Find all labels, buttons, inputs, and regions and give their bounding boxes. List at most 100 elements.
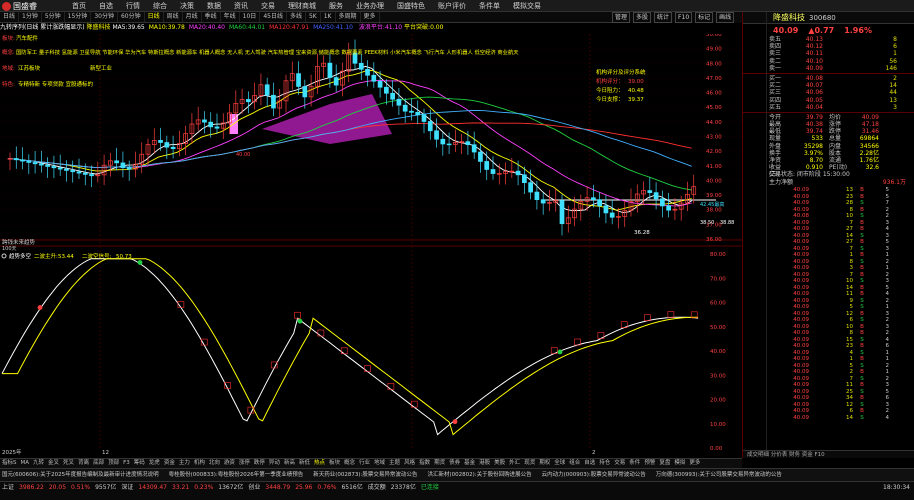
- indicator-tab[interactable]: 板块: [327, 459, 342, 468]
- indicator-tab[interactable]: 风格: [402, 459, 417, 468]
- period-tab[interactable]: 月线: [183, 12, 202, 22]
- indicator-tab[interactable]: 地域: [372, 459, 387, 468]
- period-tab[interactable]: 周线: [164, 12, 183, 22]
- indicator-tab[interactable]: 跌停: [252, 459, 267, 468]
- indicator-tab[interactable]: 更多: [687, 459, 702, 468]
- menu-item[interactable]: 资讯: [234, 1, 248, 11]
- period-tab[interactable]: 年线: [221, 12, 240, 22]
- news-item[interactable]: 洪汇新材(002802):关于股份回购进展公告: [427, 469, 531, 481]
- news-item[interactable]: 云内动力(000903):股票交易异常波动公告: [542, 469, 646, 481]
- indicator-tab[interactable]: 主力: [177, 459, 192, 468]
- period-tab[interactable]: 1K: [321, 12, 336, 22]
- indicator-tab[interactable]: 预警: [642, 459, 657, 468]
- tool-button[interactable]: 管理: [612, 12, 631, 23]
- indicator-tab[interactable]: 顶部: [106, 459, 121, 468]
- menu-item[interactable]: 决策: [180, 1, 194, 11]
- menu-item[interactable]: 综合: [153, 1, 167, 11]
- indicator-tab[interactable]: 条件: [627, 459, 642, 468]
- indicator-tab[interactable]: 基金: [462, 459, 477, 468]
- menu-item[interactable]: 数据: [207, 1, 221, 11]
- period-tab[interactable]: 15分钟: [65, 12, 92, 22]
- period-tab[interactable]: 日线: [145, 12, 164, 22]
- price-chart[interactable]: 50.00 49.00 48.00 47.00 46.00 45.00 44.00 43.00…: [0, 34, 742, 458]
- indicator-tab[interactable]: 龙虎: [147, 459, 162, 468]
- candle-body: [465, 141, 471, 146]
- indicator-tab[interactable]: 债券: [447, 459, 462, 468]
- indicator-tab[interactable]: 异动: [267, 459, 282, 468]
- indicator-tab[interactable]: 组合: [567, 459, 582, 468]
- menu-item[interactable]: 条件单: [479, 1, 500, 11]
- indicator-tab[interactable]: 游资: [222, 459, 237, 468]
- indicator-tab[interactable]: 持仓: [597, 459, 612, 468]
- indicator-tab[interactable]: 新低: [297, 459, 312, 468]
- indicator-tab[interactable]: 机构: [192, 459, 207, 468]
- indicator-tab[interactable]: 北向: [207, 459, 222, 468]
- period-tab[interactable]: 5K: [306, 12, 321, 22]
- indicator-tab[interactable]: 背离: [76, 459, 91, 468]
- indicator-tab[interactable]: 自选: [582, 459, 597, 468]
- indicator-tab[interactable]: 资金: [162, 459, 177, 468]
- indicator-tab[interactable]: 全球: [552, 459, 567, 468]
- indicator-tab[interactable]: MA: [19, 459, 32, 468]
- period-tab[interactable]: 30分钟: [91, 12, 118, 22]
- indicator-tab[interactable]: 涨停: [237, 459, 252, 468]
- stat-value: 35298: [803, 142, 823, 150]
- indicator-tab[interactable]: 指标S: [0, 459, 19, 468]
- period-tab[interactable]: 10日: [240, 12, 261, 22]
- indicator-tab[interactable]: 筹码: [132, 459, 147, 468]
- indicator-tab[interactable]: 九转: [31, 459, 46, 468]
- period-tab[interactable]: 多周期: [336, 12, 361, 22]
- news-item[interactable]: 国元(600606):关于2025年度报告编制及最新审计进度情况说明: [2, 469, 159, 481]
- indicator-tab[interactable]: 模拟: [672, 459, 687, 468]
- menu-item[interactable]: 交易: [261, 1, 275, 11]
- menu-item[interactable]: 服务: [329, 1, 343, 11]
- menu-item[interactable]: 理财商城: [288, 1, 316, 11]
- indicator-tab[interactable]: 主题: [387, 459, 402, 468]
- period-tab[interactable]: 更多: [361, 12, 380, 22]
- indicator-tab[interactable]: 港股: [477, 459, 492, 468]
- tool-button[interactable]: 画线: [716, 12, 735, 23]
- indicator-tab[interactable]: 期货: [432, 459, 447, 468]
- menu-item[interactable]: 国盛特色: [397, 1, 425, 11]
- indicator-tab[interactable]: 概念: [342, 459, 357, 468]
- indicator-tab[interactable]: 期权: [537, 459, 552, 468]
- tool-button[interactable]: 统计: [654, 12, 673, 23]
- tick-list[interactable]: 40.09 13 B 5 40.09 23 B 5 40.09 28 S 7 40.09 8 B 2 40.08…: [743, 187, 914, 421]
- news-item[interactable]: 万向德(300993):关于公司股票交易异常波动的公告: [656, 469, 782, 481]
- tool-button[interactable]: 标记: [695, 12, 714, 23]
- indicator-tab[interactable]: 指数: [417, 459, 432, 468]
- indicator-tab[interactable]: 底部: [91, 459, 106, 468]
- menu-item[interactable]: 账户评价: [438, 1, 466, 11]
- menu-item[interactable]: 行情: [126, 1, 140, 11]
- indicator-tab[interactable]: 新高: [282, 459, 297, 468]
- period-tab[interactable]: 1分钟: [19, 12, 42, 22]
- menu-item[interactable]: 模拟交易: [513, 1, 541, 11]
- tool-button[interactable]: F10: [675, 12, 693, 23]
- indicator-tab[interactable]: 美股: [492, 459, 507, 468]
- news-item[interactable]: 粤桂股份(000833):粤桂股份2026年第一季度业绩预告: [169, 469, 304, 481]
- app-logo[interactable]: 国盛睿: [2, 1, 37, 11]
- tool-button[interactable]: 多股: [633, 12, 652, 23]
- period-tab[interactable]: 45日线: [260, 12, 287, 22]
- news-ticker[interactable]: 国元(600606):关于2025年度报告编制及最新审计进度情况说明 粤桂股份(0…: [0, 468, 914, 481]
- indicator-tab[interactable]: F3: [121, 459, 132, 468]
- period-tab[interactable]: 60分钟: [118, 12, 145, 22]
- period-tab[interactable]: 季线: [202, 12, 221, 22]
- period-tab[interactable]: 日线: [0, 12, 20, 22]
- menu-item[interactable]: 首页: [72, 1, 86, 11]
- period-tab[interactable]: 多线: [287, 12, 306, 22]
- quote-footer-tabs[interactable]: 成交明细 分价表 财务 资金 F10: [743, 450, 914, 458]
- menu-item[interactable]: 业务办理: [356, 1, 384, 11]
- indicator-tab[interactable]: 死叉: [61, 459, 76, 468]
- indicator-tab[interactable]: 金叉: [46, 459, 61, 468]
- indicator-tab[interactable]: 现货: [522, 459, 537, 468]
- indicator-tab[interactable]: 热点: [312, 459, 327, 468]
- indicator-tab[interactable]: 外汇: [507, 459, 522, 468]
- menu-item[interactable]: 自选: [99, 1, 113, 11]
- index-quote-item: 已连接: [420, 484, 439, 491]
- indicator-tab[interactable]: 行业: [357, 459, 372, 468]
- period-tab[interactable]: 5分钟: [42, 12, 65, 22]
- indicator-tab[interactable]: 复盘: [657, 459, 672, 468]
- indicator-tab[interactable]: 交易: [612, 459, 627, 468]
- news-item[interactable]: 新天药业(002873):股票交易异常波动公告: [313, 469, 417, 481]
